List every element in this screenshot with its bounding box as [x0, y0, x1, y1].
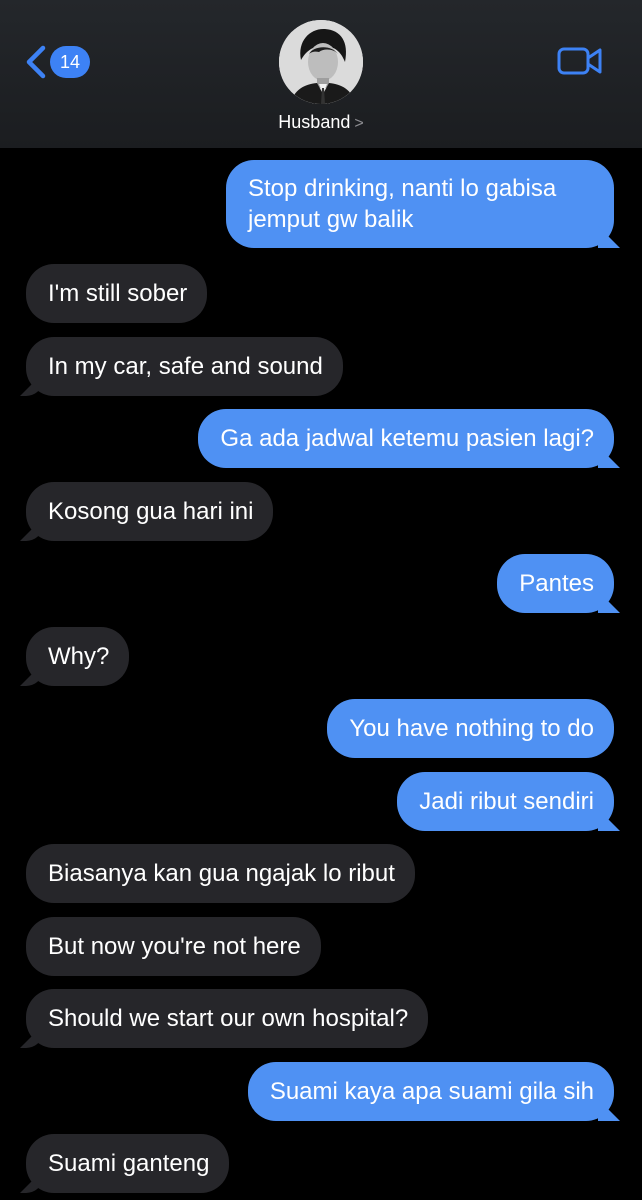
chevron-right-icon: > [354, 115, 364, 132]
message-text: Pantes [519, 570, 594, 597]
message-text: Suami kaya apa suami gila sih [269, 1078, 594, 1105]
message-text: Jadi ribut sendiri [419, 788, 594, 815]
message-text: In my car, safe and sound [48, 353, 323, 380]
contact-avatar[interactable] [279, 20, 363, 104]
message-bubble-received[interactable]: I'm still sober [26, 264, 208, 323]
message-text: Should we start our own hospital? [48, 1005, 409, 1032]
message-bubble-sent[interactable]: Stop drinking, nanti lo gabisa jemput gw… [226, 160, 614, 248]
message-bubble-received[interactable]: But now you're not here [26, 917, 321, 976]
unread-count-badge: 14 [50, 46, 90, 78]
message-text: Stop drinking, nanti lo gabisa [248, 175, 557, 202]
message-list[interactable]: Stop drinking, nanti lo gabisa jemput gw… [0, 148, 642, 1200]
message-text: I'm still sober [48, 280, 188, 307]
conversation-header: 14 Husband > [0, 0, 642, 148]
message-bubble-sent[interactable]: Ga ada jadwal ketemu pasien lagi? [198, 409, 614, 468]
message-bubble-received[interactable]: Why? [26, 627, 130, 686]
back-button[interactable]: 14 [22, 40, 90, 84]
message-bubble-sent[interactable]: You have nothing to do [327, 699, 614, 758]
chevron-left-icon [26, 45, 46, 79]
message-bubble-sent[interactable]: Jadi ribut sendiri [397, 772, 614, 831]
message-text: But now you're not here [48, 933, 301, 960]
contact-name: Husband [278, 112, 351, 132]
message-bubble-received[interactable]: Kosong gua hari ini [26, 482, 274, 541]
message-bubble-sent[interactable]: Suami kaya apa suami gila sih [247, 1062, 614, 1121]
message-text: Ga ada jadwal ketemu pasien lagi? [220, 425, 594, 452]
message-bubble-received[interactable]: In my car, safe and sound [26, 337, 343, 396]
message-bubble-received[interactable]: Biasanya kan gua ngajak lo ribut [26, 844, 415, 903]
message-bubble-sent[interactable]: Pantes [497, 554, 614, 613]
message-text: You have nothing to do [349, 715, 594, 742]
video-camera-icon[interactable] [556, 44, 604, 78]
message-text: Suami ganteng [48, 1150, 210, 1177]
message-text: Kosong gua hari ini [48, 498, 254, 525]
message-text: jemput gw balik [248, 206, 414, 233]
message-bubble-received[interactable]: Should we start our own hospital? [26, 989, 429, 1048]
message-text: Biasanya kan gua ngajak lo ribut [48, 860, 395, 887]
message-text: Why? [48, 643, 110, 670]
message-bubble-received[interactable]: Suami ganteng [26, 1134, 230, 1193]
contact-name-button[interactable]: Husband > [0, 110, 642, 136]
